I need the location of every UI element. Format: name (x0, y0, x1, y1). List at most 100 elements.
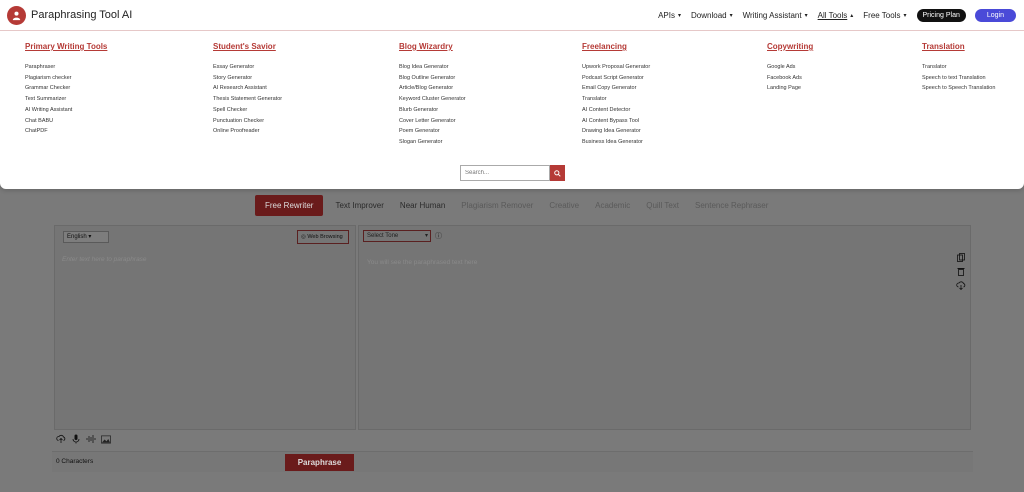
menu-link-article-blog-generator[interactable]: Article/Blog Generator (399, 83, 466, 94)
tab-sentence-rephraser[interactable]: Sentence Rephraser (695, 201, 768, 210)
menu-column-translation: Translation Translator Speech to text Tr… (922, 42, 995, 94)
menu-link-online-proofreader[interactable]: Online Proofreader (213, 126, 282, 137)
main-nav: APIs ▾ Download ▾ Writing Assistant ▾ All T… (658, 0, 1024, 31)
menu-link-translator[interactable]: Translator (582, 94, 650, 105)
menu-link-punctuation-checker[interactable]: Punctuation Checker (213, 116, 282, 127)
menu-search (460, 165, 565, 181)
logo-icon[interactable] (7, 6, 26, 25)
input-tools (56, 434, 111, 444)
upload-cloud-icon[interactable] (56, 434, 66, 444)
column-title[interactable]: Translation (922, 42, 995, 51)
menu-link-business-idea-generator[interactable]: Business Idea Generator (582, 137, 650, 148)
tab-free-rewriter[interactable]: Free Rewriter (255, 195, 324, 216)
web-browsing-button[interactable]: ◎ Web Browsing (297, 230, 349, 244)
menu-link-chatpdf[interactable]: ChatPDF (25, 126, 107, 137)
nav-all-tools[interactable]: All Tools ▴ (818, 11, 854, 20)
menu-link-speech-to-speech-translation[interactable]: Speech to Speech Translation (922, 83, 995, 94)
menu-link-ai-content-detector[interactable]: AI Content Detector (582, 105, 650, 116)
menu-column-blog-wizardry: Blog Wizardry Blog Idea Generator Blog O… (399, 42, 466, 148)
audio-wave-icon[interactable] (86, 434, 96, 444)
tab-academic[interactable]: Academic (595, 201, 630, 210)
top-header: Paraphrasing Tool AI APIs ▾ Download ▾ Wri… (0, 0, 1024, 31)
tab-near-human[interactable]: Near Human (400, 201, 445, 210)
menu-link-facebook-ads[interactable]: Facebook Ads (767, 73, 813, 84)
menu-link-spell-checker[interactable]: Spell Checker (213, 105, 282, 116)
output-panel: Select Tone ▾ ⓘ You will see the paraphr… (358, 225, 971, 430)
column-title[interactable]: Copywriting (767, 42, 813, 51)
menu-link-paraphraser[interactable]: Paraphraser (25, 62, 107, 73)
caret-down-icon: ▾ (729, 13, 733, 19)
pricing-plan-button[interactable]: Pricing Plan (916, 9, 966, 22)
caret-up-icon: ▴ (850, 13, 854, 19)
menu-link-story-generator[interactable]: Story Generator (213, 73, 282, 84)
paraphraser-app: Free Rewriter Text Improver Near Human P… (52, 189, 973, 472)
menu-link-essay-generator[interactable]: Essay Generator (213, 62, 282, 73)
paraphrase-button[interactable]: Paraphrase (285, 454, 354, 471)
menu-column-students-savior: Student's Savior Essay Generator Story G… (213, 42, 282, 137)
menu-column-primary-writing-tools: Primary Writing Tools Paraphraser Plagia… (25, 42, 107, 137)
menu-link-blog-idea-generator[interactable]: Blog Idea Generator (399, 62, 466, 73)
menu-link-poem-generator[interactable]: Poem Generator (399, 126, 466, 137)
caret-down-icon: ▾ (903, 13, 907, 19)
character-count: 0 Characters (56, 458, 94, 465)
menu-link-slogan-generator[interactable]: Slogan Generator (399, 137, 466, 148)
nav-writing-assistant[interactable]: Writing Assistant ▾ (743, 11, 808, 20)
output-actions (956, 252, 966, 290)
search-button[interactable] (550, 165, 565, 181)
menu-link-email-copy-generator[interactable]: Email Copy Generator (582, 83, 650, 94)
column-title[interactable]: Primary Writing Tools (25, 42, 107, 51)
menu-link-plagiarism-checker[interactable]: Plagiarism checker (25, 73, 107, 84)
nav-apis[interactable]: APIs ▾ (658, 11, 681, 20)
menu-link-translator-2[interactable]: Translator (922, 62, 995, 73)
menu-link-chat-babu[interactable]: Chat BABU (25, 116, 107, 127)
microphone-icon[interactable] (71, 434, 81, 444)
image-icon[interactable] (101, 434, 111, 444)
chevron-down-icon: ▾ (88, 234, 92, 240)
globe-icon: ◎ (301, 234, 306, 240)
menu-link-ai-content-bypass-tool[interactable]: AI Content Bypass Tool (582, 116, 650, 127)
chevron-down-icon: ▾ (424, 233, 428, 239)
menu-link-ai-research-assistant[interactable]: AI Research Assistant (213, 83, 282, 94)
menu-link-google-ads[interactable]: Google Ads (767, 62, 813, 73)
trash-icon[interactable] (956, 266, 966, 276)
input-panel: English ▾ ◎ Web Browsing Enter text here… (54, 225, 356, 430)
menu-link-podcast-script-generator[interactable]: Podcast Script Generator (582, 73, 650, 84)
output-text: You will see the paraphrased text here (367, 259, 478, 266)
tab-quill-text[interactable]: Quill Text (646, 201, 679, 210)
language-select[interactable]: English ▾ (63, 231, 109, 243)
menu-link-text-summarizer[interactable]: Text Summarizer (25, 94, 107, 105)
input-textarea[interactable]: Enter text here to paraphrase (62, 256, 147, 263)
help-icon[interactable]: ⓘ (435, 231, 442, 241)
column-title[interactable]: Student's Savior (213, 42, 282, 51)
login-button[interactable]: Login (974, 9, 1016, 22)
menu-column-copywriting: Copywriting Google Ads Facebook Ads Land… (767, 42, 813, 94)
menu-link-blurb-generator[interactable]: Blurb Generator (399, 105, 466, 116)
menu-link-speech-to-text-translation[interactable]: Speech to text Translation (922, 73, 995, 84)
search-icon (554, 169, 561, 177)
menu-link-thesis-statement-generator[interactable]: Thesis Statement Generator (213, 94, 282, 105)
column-title[interactable]: Freelancing (582, 42, 650, 51)
menu-link-keyword-cluster-generator[interactable]: Keyword Cluster Generator (399, 94, 466, 105)
all-tools-menu: Primary Writing Tools Paraphraser Plagia… (0, 31, 1024, 189)
menu-link-cover-letter-generator[interactable]: Cover Letter Generator (399, 116, 466, 127)
tab-plagiarism-remover[interactable]: Plagiarism Remover (461, 201, 533, 210)
caret-down-icon: ▾ (804, 13, 808, 19)
nav-download[interactable]: Download ▾ (691, 11, 733, 20)
copy-icon[interactable] (956, 252, 966, 262)
menu-link-landing-page[interactable]: Landing Page (767, 83, 813, 94)
brand-name[interactable]: Paraphrasing Tool AI (31, 9, 132, 21)
tab-creative[interactable]: Creative (549, 201, 579, 210)
download-cloud-icon[interactable] (956, 280, 966, 290)
menu-link-drawing-idea-generator[interactable]: Drawing Idea Generator (582, 126, 650, 137)
caret-down-icon: ▾ (678, 13, 682, 19)
tone-select[interactable]: Select Tone ▾ (363, 230, 431, 242)
menu-link-blog-outline-generator[interactable]: Blog Outline Generator (399, 73, 466, 84)
nav-free-tools[interactable]: Free Tools ▾ (863, 11, 906, 20)
bottom-bar: 0 Characters Paraphrase (52, 451, 973, 472)
column-title[interactable]: Blog Wizardry (399, 42, 466, 51)
menu-link-ai-writing-assistant[interactable]: AI Writing Assistant (25, 105, 107, 116)
menu-link-upwork-proposal-generator[interactable]: Upwork Proposal Generator (582, 62, 650, 73)
tab-text-improver[interactable]: Text Improver (335, 201, 383, 210)
menu-link-grammar-checker[interactable]: Grammar Checker (25, 83, 107, 94)
tool-search-input[interactable] (460, 165, 550, 181)
